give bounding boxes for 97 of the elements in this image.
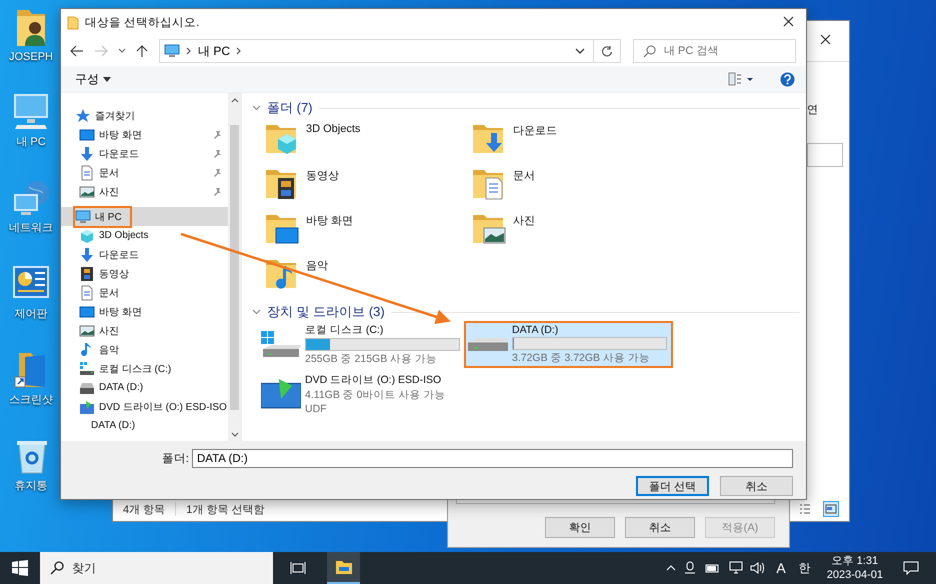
nav-item[interactable]: 다운로드 bbox=[61, 245, 228, 264]
folder-item[interactable]: 3D Objects bbox=[264, 117, 471, 162]
nav-item[interactable]: 문서 bbox=[61, 163, 228, 182]
nav-item[interactable]: DATA (D:) bbox=[61, 378, 228, 397]
disc-drive-icon bbox=[261, 379, 301, 409]
breadcrumb-item[interactable]: 내 PC bbox=[198, 42, 230, 60]
folder-field[interactable]: DATA (D:) bbox=[192, 449, 793, 468]
chevron-icon[interactable] bbox=[186, 47, 192, 55]
task-view-icon bbox=[290, 561, 306, 575]
hard-drive-icon bbox=[468, 338, 508, 352]
caret-icon bbox=[103, 76, 111, 82]
drive-item[interactable]: 로컬 디스크 (C:) 255GB 중 215GB 사용 가능 bbox=[258, 321, 462, 368]
chevron-up-icon bbox=[666, 565, 676, 571]
close-icon bbox=[783, 16, 794, 26]
collapse-chevron-icon[interactable] bbox=[252, 309, 261, 315]
field-label: 폴더: bbox=[160, 452, 189, 466]
status-text: 4개 항목 bbox=[123, 502, 166, 516]
dropdown-icon[interactable] bbox=[575, 48, 585, 54]
refresh-icon bbox=[601, 45, 613, 57]
search-field[interactable]: 내 PC 검색 bbox=[633, 39, 796, 63]
chevron-icon[interactable] bbox=[236, 47, 242, 55]
status-text: 1개 항목 선택함 bbox=[186, 502, 264, 516]
nav-item[interactable]: 사진 bbox=[61, 321, 228, 340]
nav-item[interactable]: 동영상 bbox=[61, 264, 228, 283]
folder-icon bbox=[334, 559, 352, 575]
tab-label[interactable]: 연 bbox=[807, 102, 849, 117]
pin-icon[interactable] bbox=[212, 130, 222, 140]
folder-item[interactable]: 사진 bbox=[471, 207, 678, 252]
nav-item[interactable]: DATA (D:) bbox=[61, 416, 228, 435]
organize-menu-button[interactable]: 구성 bbox=[71, 68, 115, 90]
nav-item[interactable]: 즐겨찾기 bbox=[61, 106, 228, 125]
dialog-button[interactable]: 취소 bbox=[625, 517, 695, 538]
desktop-icon bbox=[79, 126, 95, 142]
picture-icon bbox=[79, 184, 95, 200]
nav-item[interactable]: 다운로드 bbox=[61, 144, 228, 163]
windows-logo-icon bbox=[12, 560, 28, 576]
dialog-button[interactable]: 취소 bbox=[720, 476, 793, 496]
search-icon bbox=[50, 561, 64, 575]
search-icon bbox=[643, 45, 656, 58]
group-header[interactable]: 장치 및 드라이브 (3) bbox=[267, 303, 385, 321]
document-icon bbox=[79, 284, 95, 300]
picture-icon bbox=[79, 322, 95, 338]
disk-icon bbox=[79, 360, 95, 376]
address-bar[interactable]: 내 PC bbox=[159, 39, 621, 63]
nav-item[interactable]: 로컬 디스크 (C:) bbox=[61, 359, 228, 378]
drive-detail: 255GB 중 215GB 사용 가능 bbox=[305, 352, 438, 366]
folder-item[interactable]: 바탕 화면 bbox=[264, 207, 471, 252]
scrollbar[interactable] bbox=[228, 93, 241, 441]
dialog-button[interactable]: 확인 bbox=[545, 517, 615, 538]
tiles-view-button[interactable] bbox=[823, 501, 839, 517]
drive-item[interactable]: DATA (D:) 3.72GB 중 3.72GB 사용 가능 bbox=[464, 321, 673, 368]
drive-detail: UDF bbox=[305, 403, 328, 415]
nav-item[interactable]: DVD 드라이브 (O:) ESD-ISO bbox=[61, 397, 228, 416]
nav-item[interactable]: 문서 bbox=[61, 283, 228, 302]
nav-item[interactable]: 바탕 화면 bbox=[61, 125, 228, 144]
folder-item[interactable]: 동영상 bbox=[264, 162, 471, 207]
nav-item[interactable]: 음악 bbox=[61, 340, 228, 359]
input-mode-indicator[interactable]: A bbox=[773, 560, 789, 576]
folder-item[interactable]: 다운로드 bbox=[471, 117, 678, 162]
folder-item[interactable]: 문서 bbox=[471, 162, 678, 207]
dialog-button[interactable]: 폴더 선택 bbox=[636, 476, 709, 496]
nav-item[interactable]: 내 PC bbox=[61, 207, 228, 226]
drive-name: DVD 드라이브 (O:) ESD-ISO bbox=[305, 373, 442, 387]
drive-detail: 4.11GB 중 0바이트 사용 가능 bbox=[305, 388, 446, 402]
pc-icon bbox=[164, 43, 180, 59]
hard-drive-icon bbox=[261, 331, 301, 358]
nav-item[interactable]: 사진 bbox=[61, 182, 228, 201]
close-icon bbox=[820, 34, 831, 45]
download-icon bbox=[79, 246, 95, 262]
download-icon bbox=[79, 146, 95, 162]
language-indicator[interactable]: 한 bbox=[796, 560, 814, 576]
pc-icon bbox=[75, 208, 91, 224]
pin-icon[interactable] bbox=[212, 186, 222, 196]
document-icon bbox=[79, 164, 95, 180]
pin-icon[interactable] bbox=[212, 168, 222, 178]
drive-name: DATA (D:) bbox=[512, 324, 560, 336]
search-field[interactable]: 찾기 bbox=[40, 552, 273, 584]
file-explorer-button[interactable] bbox=[327, 552, 360, 584]
folder-icon bbox=[67, 16, 79, 30]
drive-name: 로컬 디스크 (C:) bbox=[305, 323, 384, 337]
text-field[interactable] bbox=[807, 143, 843, 167]
dvd-icon bbox=[79, 398, 95, 414]
video-icon bbox=[79, 266, 95, 282]
pc-icon[interactable] bbox=[11, 91, 51, 131]
folder-item[interactable]: 음악 bbox=[264, 252, 471, 297]
nav-item[interactable]: 바탕 화면 bbox=[61, 302, 228, 321]
desktop-icon bbox=[79, 304, 95, 320]
collapse-chevron-icon[interactable] bbox=[252, 105, 261, 111]
clock[interactable]: 오후 1:31 2023-04-01 bbox=[820, 554, 889, 582]
cube-icon bbox=[79, 228, 95, 244]
group-header[interactable]: 폴더 (7) bbox=[267, 99, 312, 117]
pin-icon[interactable] bbox=[212, 148, 222, 158]
window-title: 대상을 선택하십시오. bbox=[85, 16, 200, 30]
drive-item[interactable]: DVD 드라이브 (O:) ESD-ISO 4.11GB 중 0바이트 사용 가능 UDF bbox=[258, 371, 462, 417]
drive-detail: 3.72GB 중 3.72GB 사용 가능 bbox=[512, 351, 651, 365]
star-icon bbox=[75, 108, 91, 124]
nav-item[interactable]: 3D Objects bbox=[61, 226, 228, 245]
